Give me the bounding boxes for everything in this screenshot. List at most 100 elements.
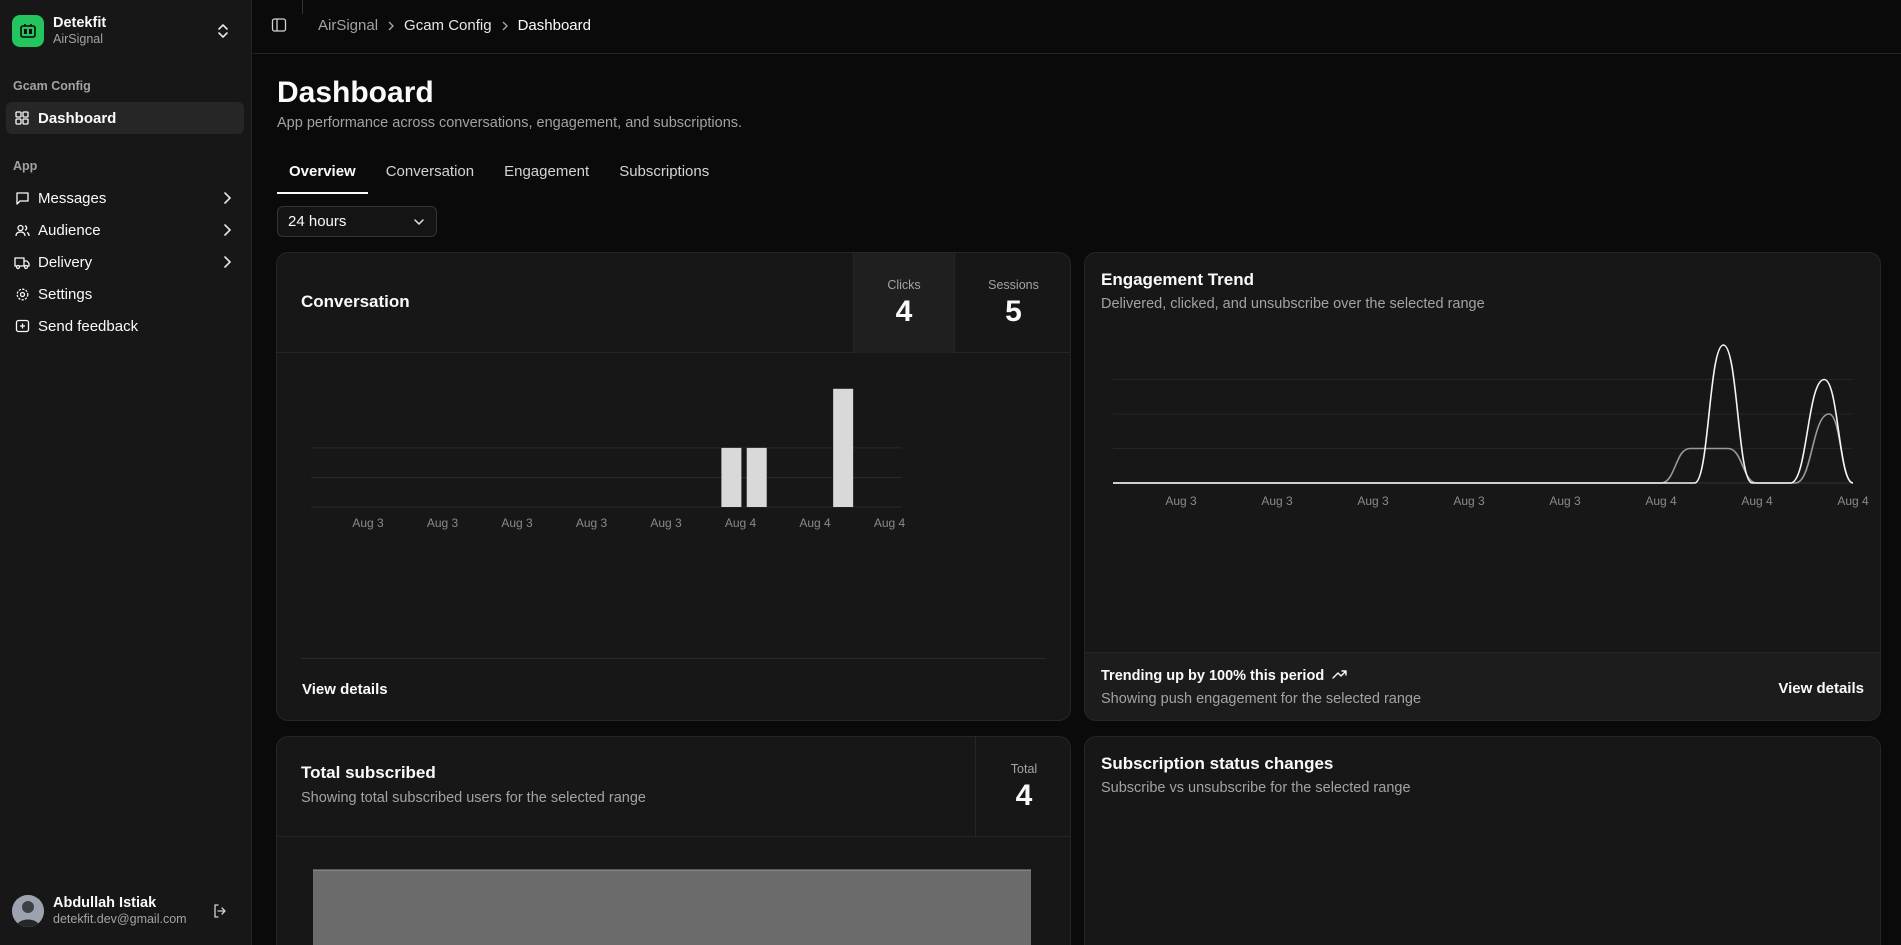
conversation-card: Conversation Clicks 4 Sessions 5 Aug 3 Au…: [276, 252, 1071, 721]
sidebar-item-dashboard[interactable]: Dashboard: [6, 102, 244, 134]
engagement-description: Delivered, clicked, and unsubscribe over…: [1101, 296, 1485, 312]
divider: [301, 658, 1046, 659]
stat-label: Sessions: [988, 277, 1039, 292]
topbar: AirSignal Gcam Config Dashboard: [253, 0, 1901, 54]
engagement-footer-description: Showing push engagement for the selected…: [1101, 691, 1422, 707]
user-email: detekfit.dev@gmail.com: [53, 912, 187, 926]
range-select-value: 24 hours: [288, 213, 347, 230]
engagement-trend-card: Engagement Trend Delivered, clicked, and…: [1084, 252, 1881, 721]
trend-text-row: Trending up by 100% this period: [1101, 668, 1348, 684]
stat-sessions[interactable]: Sessions 5: [954, 253, 1070, 353]
total-subscribed-header: Total subscribed Showing total subscribe…: [277, 737, 1070, 837]
stat-label: Clicks: [887, 277, 921, 292]
tab-list: Overview Conversation Engagement Subscri…: [277, 163, 721, 194]
chevron-right-icon: [220, 254, 234, 274]
bar: [721, 447, 742, 507]
x-tick-label: Aug 4: [874, 516, 906, 530]
gear-icon: [14, 286, 30, 302]
engagement-title: Engagement Trend: [1101, 270, 1255, 289]
view-details-link[interactable]: View details: [302, 681, 388, 698]
trending-up-icon: [1332, 668, 1348, 684]
x-tick-label: Aug 3: [427, 516, 459, 530]
avatar: [12, 895, 44, 927]
tab-engagement[interactable]: Engagement: [492, 163, 601, 194]
tab-overview[interactable]: Overview: [277, 163, 368, 194]
sidebar-item-audience[interactable]: Audience: [6, 214, 244, 246]
chevron-right-icon: [220, 222, 234, 242]
total-subscribed-area-chart: [313, 869, 1031, 945]
x-tick-label: Aug 3: [650, 516, 682, 530]
sidebar-item-send-feedback[interactable]: Send feedback: [6, 310, 244, 342]
area-fill: [313, 870, 1031, 945]
header-divider: [302, 0, 303, 14]
team-switcher[interactable]: Detekfit AirSignal: [12, 13, 240, 49]
sidebar-item-label: Audience: [38, 221, 101, 239]
breadcrumb-dashboard: Dashboard: [517, 17, 591, 34]
brand-subtitle: AirSignal: [53, 32, 104, 46]
range-select[interactable]: 24 hours: [277, 206, 437, 237]
x-tick-label: Aug 4: [799, 516, 831, 530]
x-tick-label: Aug 3: [501, 516, 533, 530]
breadcrumb-gcam-config[interactable]: Gcam Config: [404, 17, 492, 34]
user-menu[interactable]: Abdullah Istiak detekfit.dev@gmail.com: [12, 893, 240, 929]
total-subscribed-title: Total subscribed: [301, 763, 436, 782]
sidebar-item-label: Send feedback: [38, 317, 139, 335]
chevron-right-icon: [387, 20, 395, 32]
truck-icon: [14, 254, 30, 270]
x-tick-label: Aug 3: [1549, 494, 1581, 508]
view-details-link[interactable]: View details: [1778, 680, 1864, 697]
user-name: Abdullah Istiak: [53, 895, 157, 911]
breadcrumb: AirSignal Gcam Config Dashboard: [318, 17, 591, 34]
conversation-card-header: Conversation Clicks 4 Sessions 5: [277, 253, 1070, 353]
tab-conversation[interactable]: Conversation: [374, 163, 486, 194]
brand-logo-icon: [12, 15, 44, 47]
sidebar: Detekfit AirSignal Gcam Config Dashboard…: [0, 0, 252, 945]
subscription-status-description: Subscribe vs unsubscribe for the selecte…: [1101, 780, 1411, 796]
sidebar-item-messages[interactable]: Messages: [6, 182, 244, 214]
users-icon: [14, 222, 30, 238]
subscription-status-title: Subscription status changes: [1101, 754, 1334, 773]
bar: [746, 447, 767, 507]
tab-subscriptions[interactable]: Subscriptions: [607, 163, 721, 194]
x-tick-label: Aug 4: [1741, 494, 1773, 508]
engagement-line-chart: Aug 3 Aug 3 Aug 3 Aug 3 Aug 3 Aug 4 Aug 4 Aug 4: [1113, 344, 1869, 508]
stat-label: Total: [1010, 761, 1038, 776]
x-tick-label: Aug 3: [1453, 494, 1485, 508]
x-tick-label: Aug 3: [352, 516, 384, 530]
x-tick-label: Aug 3: [576, 516, 608, 530]
total-subscribed-card: Total subscribed Showing total subscribe…: [276, 736, 1071, 945]
bar: [833, 388, 854, 507]
feedback-icon: [14, 318, 30, 334]
x-tick-label: Aug 3: [1357, 494, 1389, 508]
logout-icon[interactable]: [212, 903, 228, 924]
breadcrumb-airsignal[interactable]: AirSignal: [318, 17, 378, 34]
sidebar-item-label: Delivery: [38, 253, 93, 271]
message-square-icon: [14, 190, 30, 206]
subscription-status-card: Subscription status changes Subscribe vs…: [1084, 736, 1881, 945]
sidebar-item-settings[interactable]: Settings: [6, 278, 244, 310]
conversation-bar-chart: Aug 3 Aug 3 Aug 3 Aug 3 Aug 3 Aug 4 Aug 4 Aug 4: [311, 388, 906, 530]
chevron-down-icon: [412, 215, 426, 233]
sidebar-item-label: Dashboard: [38, 109, 117, 127]
layout-grid-icon: [14, 110, 30, 126]
sidebar-toggle-icon[interactable]: [271, 17, 287, 38]
x-tick-label: Aug 3: [1165, 494, 1197, 508]
stat-value: 4: [895, 294, 913, 328]
x-tick-label: Aug 3: [1261, 494, 1293, 508]
stat-value: 5: [1005, 294, 1022, 328]
x-tick-label: Aug 4: [1645, 494, 1677, 508]
group-label-app: App: [13, 159, 38, 173]
group-label-gcam-config: Gcam Config: [13, 79, 91, 93]
brand-name: Detekfit: [53, 15, 107, 31]
stat-total[interactable]: Total 4: [975, 737, 1070, 837]
stat-value: 4: [1015, 778, 1033, 812]
sidebar-item-label: Messages: [38, 189, 107, 207]
chevron-right-icon: [501, 20, 509, 32]
trend-text: Trending up by 100% this period: [1101, 668, 1325, 684]
sidebar-item-delivery[interactable]: Delivery: [6, 246, 244, 278]
page-subtitle: App performance across conversations, en…: [277, 115, 743, 131]
stat-clicks[interactable]: Clicks 4: [853, 253, 954, 353]
engagement-footer: Trending up by 100% this period Showing …: [1085, 652, 1880, 720]
page-title: Dashboard: [277, 76, 434, 109]
sidebar-item-label: Settings: [38, 285, 93, 303]
